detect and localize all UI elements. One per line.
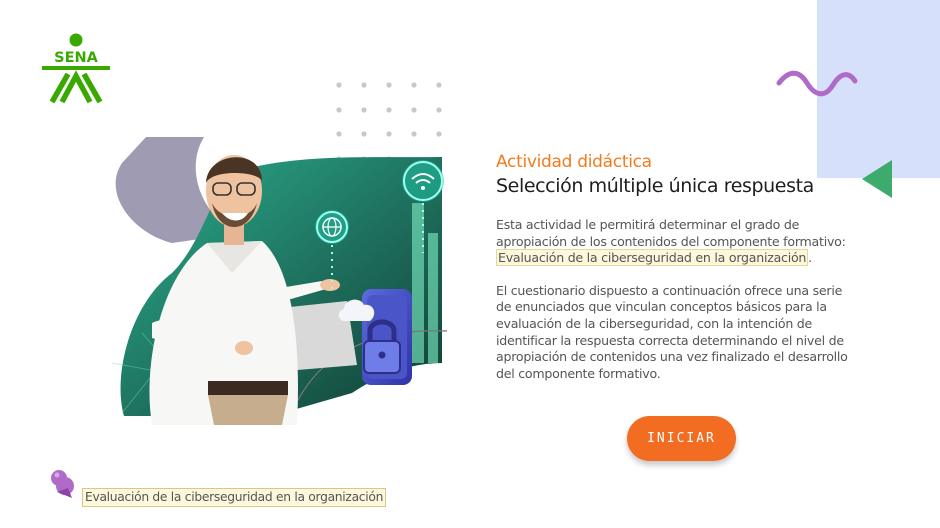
intro-text: Esta actividad le permitirá determinar e… <box>496 217 846 249</box>
sena-logo-icon: SENA <box>42 33 110 104</box>
activity-description: El cuestionario dispuesto a continuación… <box>496 282 848 381</box>
triangle-decoration-icon <box>862 160 892 198</box>
wave-decoration-icon <box>776 70 858 97</box>
component-name-highlight: Evaluación de la ciberseguridad en la or… <box>496 249 809 267</box>
intro-period: . <box>808 250 812 266</box>
activity-title: Selección múltiple única respuesta <box>496 175 814 197</box>
activity-content: Actividad didáctica Selección múltiple ú… <box>496 151 858 382</box>
svg-text:SENA: SENA <box>54 50 98 66</box>
activity-kicker: Actividad didáctica <box>496 152 652 172</box>
wifi-icon <box>402 160 444 202</box>
footer-component-name: Evaluación de la ciberseguridad en la or… <box>82 488 387 507</box>
activity-intro: Esta actividad le permitirá determinar e… <box>496 217 858 267</box>
pin-icon <box>51 470 74 498</box>
globe-icon <box>315 210 349 244</box>
start-button[interactable]: INICIAR <box>627 416 736 461</box>
hero-illustration <box>112 137 448 425</box>
